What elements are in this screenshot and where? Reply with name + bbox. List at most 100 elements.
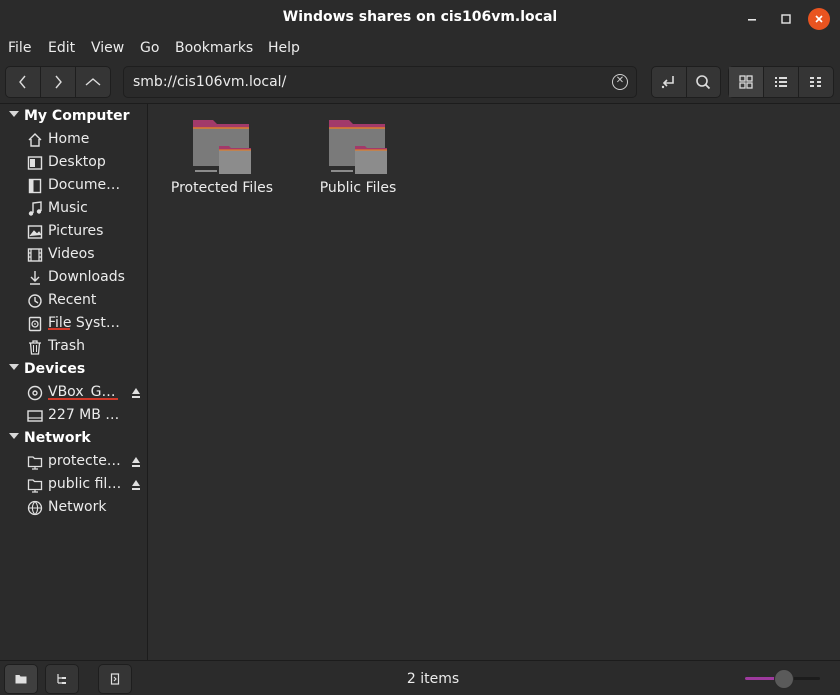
item-count: 2 items	[406, 671, 460, 687]
maximize-icon	[781, 14, 791, 24]
zoom-slider[interactable]	[745, 669, 820, 689]
toolbar: smb://cis106vm.local/ ✕	[0, 62, 840, 104]
minimize-button[interactable]	[741, 8, 763, 30]
menu-edit[interactable]: Edit	[48, 40, 75, 56]
compact-view-button[interactable]	[799, 67, 833, 97]
drive-icon	[27, 410, 43, 422]
network-icon	[27, 500, 43, 516]
sidebar-item-pictures[interactable]: Pictures	[0, 221, 147, 243]
sidebar-item-label: Recent	[48, 292, 97, 308]
sidebar-item-downloads[interactable]: Downloads	[0, 267, 147, 289]
location-text[interactable]: smb://cis106vm.local/	[133, 74, 286, 90]
list-icon	[775, 77, 787, 87]
sidebar-item-public-share[interactable]: public fil…	[0, 474, 147, 496]
sidebar-item-label: Pictures	[48, 223, 104, 239]
sidebar: My Computer Home Desktop Docume… Music P…	[0, 104, 148, 660]
sidebar-item-label: Network	[48, 499, 107, 515]
eject-icon[interactable]	[131, 456, 141, 468]
file-name: Public Files	[319, 180, 397, 196]
sidebar-item-documents[interactable]: Docume…	[0, 175, 147, 197]
sidebar-item-drive[interactable]: 227 MB …	[0, 405, 147, 427]
sidebar-item-label: Downloads	[48, 269, 125, 285]
forward-button[interactable]	[41, 67, 76, 97]
network-folder-icon	[27, 456, 43, 470]
minimize-icon	[748, 19, 756, 21]
chevron-right-icon	[55, 75, 62, 89]
sidebar-item-protected-share[interactable]: protecte…	[0, 451, 147, 473]
list-view-button[interactable]	[764, 67, 799, 97]
sidebar-item-network[interactable]: Network	[0, 497, 147, 519]
sidebar-item-label: public fil…	[48, 476, 122, 492]
sidebar-item-recent[interactable]: Recent	[0, 290, 147, 312]
eject-icon[interactable]	[131, 387, 141, 399]
menu-bookmarks[interactable]: Bookmarks	[175, 40, 253, 56]
section-title: Network	[24, 430, 91, 446]
file-item-public-files[interactable]: Public Files	[285, 104, 405, 204]
icon-view-button[interactable]	[729, 67, 764, 97]
sidebar-item-videos[interactable]: Videos	[0, 244, 147, 266]
sidebar-item-label: Videos	[48, 246, 95, 262]
spellcheck-underline	[48, 328, 70, 330]
sidebar-item-label: protecte…	[48, 453, 121, 469]
file-name: Protected Files	[170, 180, 274, 196]
back-button[interactable]	[6, 67, 41, 97]
section-network[interactable]: Network	[0, 428, 147, 450]
clear-location-icon[interactable]: ✕	[612, 74, 628, 90]
location-bar[interactable]: smb://cis106vm.local/ ✕	[123, 66, 637, 98]
menu-bar: File Edit View Go Bookmarks Help	[0, 36, 840, 62]
title-bar: Windows shares on cis106vm.local	[0, 0, 840, 36]
file-item-protected-files[interactable]: Protected Files	[149, 104, 273, 204]
sidebar-item-vbox[interactable]: VBox_G…	[0, 382, 147, 404]
sidebar-item-label: Desktop	[48, 154, 106, 170]
pictures-icon	[27, 225, 43, 239]
sidebar-item-file-system[interactable]: File Syst…	[0, 313, 147, 335]
sidebar-item-home[interactable]: Home	[0, 129, 147, 151]
file-view[interactable]: Protected Files Public Files	[149, 104, 840, 660]
status-bar: 2 items	[0, 660, 840, 695]
chevron-left-icon	[19, 75, 26, 89]
menu-go[interactable]: Go	[140, 40, 159, 56]
search-button[interactable]	[687, 67, 721, 97]
videos-icon	[27, 248, 43, 262]
up-button[interactable]	[76, 67, 110, 97]
recent-icon	[28, 294, 42, 308]
eject-icon[interactable]	[131, 479, 141, 491]
section-devices[interactable]: Devices	[0, 359, 147, 381]
home-icon	[28, 133, 42, 147]
navigation-buttons	[5, 66, 111, 98]
optical-disc-icon	[27, 385, 43, 401]
sidebar-item-label: Music	[48, 200, 88, 216]
downloads-icon	[30, 271, 40, 285]
toggle-location-button[interactable]	[652, 67, 687, 97]
sidebar-item-music[interactable]: Music	[0, 198, 147, 220]
location-actions	[651, 66, 721, 98]
filesystem-icon	[28, 316, 42, 332]
search-icon	[696, 75, 711, 90]
sidebar-item-label: Docume…	[48, 177, 121, 193]
expander-icon[interactable]	[9, 111, 19, 117]
return-icon	[661, 76, 674, 89]
menu-view[interactable]: View	[91, 40, 124, 56]
documents-icon	[28, 178, 42, 194]
expander-icon[interactable]	[9, 433, 19, 439]
sidebar-item-desktop[interactable]: Desktop	[0, 152, 147, 174]
sidebar-item-label: Home	[48, 131, 90, 147]
grid-icon	[739, 75, 753, 89]
section-my-computer[interactable]: My Computer	[0, 106, 147, 128]
network-share-folder-icon	[193, 120, 251, 174]
close-button[interactable]	[808, 8, 830, 30]
trash-icon	[29, 340, 41, 355]
spellcheck-underline	[48, 398, 118, 400]
menu-help[interactable]: Help	[268, 40, 300, 56]
network-folder-icon	[27, 479, 43, 493]
maximize-button[interactable]	[775, 8, 797, 30]
chevron-up-icon	[85, 78, 101, 86]
sidebar-item-trash[interactable]: Trash	[0, 336, 147, 358]
music-icon	[28, 201, 42, 216]
menu-file[interactable]: File	[8, 40, 31, 56]
sidebar-item-label: Trash	[48, 338, 85, 354]
expander-icon[interactable]	[9, 364, 19, 370]
sidebar-item-label: 227 MB …	[48, 407, 120, 423]
desktop-icon	[27, 156, 43, 170]
zoom-knob[interactable]	[774, 669, 794, 689]
